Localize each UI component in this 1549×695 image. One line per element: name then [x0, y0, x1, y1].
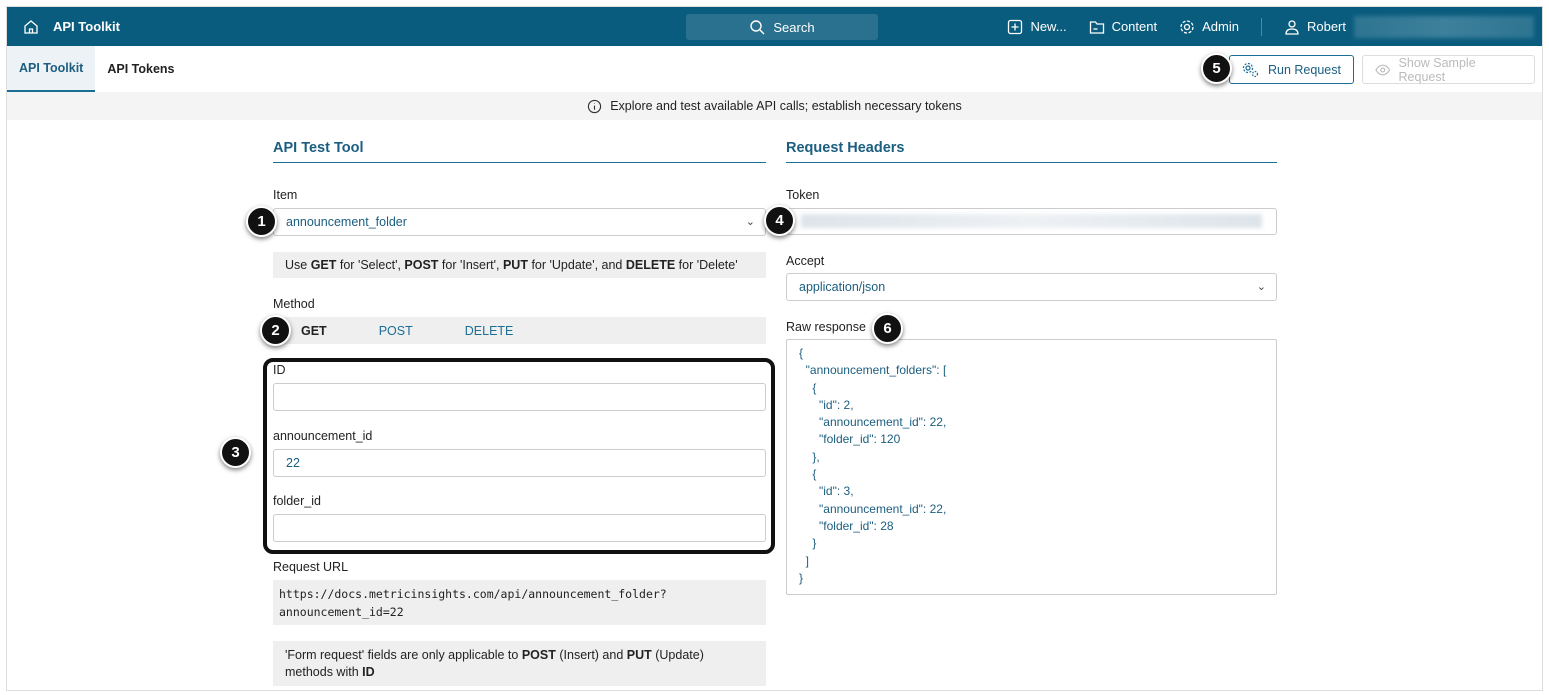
form-request-note: 'Form request' fields are only applicabl…: [273, 641, 766, 686]
step-marker-1: 1: [246, 206, 277, 237]
raw-response-label: Raw response: [786, 320, 866, 334]
content-menu[interactable]: Content: [1089, 19, 1158, 35]
method-hint: Use GET for 'Select', POST for 'Insert',…: [273, 252, 766, 278]
bold-keyword: PUT: [626, 648, 652, 662]
text-segment: Use: [285, 258, 311, 272]
plus-square-icon: [1008, 19, 1023, 34]
method-delete[interactable]: DELETE: [465, 324, 514, 338]
folder-icon: [1089, 20, 1104, 34]
bold-keyword: POST: [404, 258, 439, 272]
step-marker-3: 3: [220, 437, 251, 468]
method-tabs: GET POST DELETE: [273, 317, 766, 344]
chevron-down-icon: ⌄: [1256, 281, 1266, 293]
accept-value: application/json: [799, 280, 886, 294]
method-post[interactable]: POST: [379, 324, 413, 338]
run-request-button[interactable]: Run Request: [1229, 55, 1354, 84]
divider: [1260, 17, 1262, 36]
bold-keyword: PUT: [502, 258, 528, 272]
home-link[interactable]: API Toolkit: [23, 19, 120, 35]
item-label: Item: [273, 188, 298, 202]
user-name: Robert: [1306, 19, 1346, 34]
info-banner: Explore and test available API calls; es…: [7, 92, 1542, 120]
tab-bar: API Toolkit API Tokens: [7, 46, 187, 92]
bold-keyword: ID: [362, 665, 375, 679]
request-url: https://docs.metricinsights.com/api/anno…: [273, 580, 766, 625]
step-marker-2: 2: [260, 315, 291, 346]
gear-icon: [1180, 19, 1194, 34]
new-label: New...: [1030, 19, 1067, 34]
search-label: Search: [773, 19, 815, 35]
run-request-label: Run Request: [1268, 62, 1341, 77]
method-label: Method: [273, 297, 315, 311]
url-line: https://docs.metricinsights.com/api/anno…: [279, 587, 667, 601]
item-value: announcement_folder: [286, 215, 407, 229]
info-icon: [588, 99, 602, 113]
step-marker-6: 6: [872, 313, 903, 344]
step-marker-5: 5: [1201, 53, 1232, 84]
highlight-box: [263, 358, 775, 554]
tab-api-tokens[interactable]: API Tokens: [95, 46, 186, 92]
request-headers-heading: Request Headers: [786, 140, 1277, 163]
home-icon: [24, 19, 38, 34]
show-sample-label: Show Sample Request: [1398, 55, 1476, 84]
eye-icon: [1375, 64, 1391, 75]
method-get[interactable]: GET: [301, 324, 327, 338]
accept-label: Accept: [786, 254, 825, 268]
accept-select[interactable]: application/json ⌄: [786, 273, 1277, 301]
bold-keyword: POST: [521, 648, 556, 662]
redacted-user-surname: [1354, 15, 1534, 38]
top-nav-bar: API Toolkit Search New... Content Admin …: [7, 7, 1542, 46]
text-segment: for 'Delete': [675, 258, 738, 272]
app-title: API Toolkit: [53, 19, 120, 34]
item-select[interactable]: announcement_folder ⌄: [273, 208, 766, 236]
content-label: Content: [1111, 19, 1158, 34]
api-test-tool-heading: API Test Tool: [273, 140, 766, 163]
bold-keyword: GET: [310, 258, 337, 272]
admin-label: Admin: [1202, 19, 1239, 34]
show-sample-request-button[interactable]: Show Sample Request: [1362, 55, 1535, 84]
text-segment: 'Form request' fields are only applicabl…: [285, 648, 522, 662]
text-segment: for 'Insert',: [438, 258, 503, 272]
url-line: announcement_id=22: [279, 605, 404, 619]
info-text: Explore and test available API calls; es…: [610, 99, 962, 113]
raw-response: { "announcement_folders": [ { "id": 2, "…: [786, 339, 1277, 595]
chevron-down-icon: ⌄: [745, 216, 755, 228]
text-segment: for 'Select',: [336, 258, 405, 272]
user-icon: [1285, 19, 1299, 35]
token-label: Token: [786, 188, 820, 202]
request-url-label: Request URL: [273, 560, 349, 574]
gears-icon: [1242, 62, 1259, 77]
new-menu[interactable]: New...: [1007, 19, 1067, 35]
text-segment: for 'Update', and: [527, 258, 626, 272]
search-button[interactable]: Search: [686, 14, 878, 40]
step-marker-4: 4: [764, 205, 795, 236]
token-input[interactable]: [786, 208, 1277, 235]
search-icon: [750, 20, 765, 35]
tab-api-toolkit[interactable]: API Toolkit: [7, 46, 96, 92]
redacted-token: [801, 214, 1262, 228]
bold-keyword: DELETE: [625, 258, 676, 272]
admin-menu[interactable]: Admin: [1179, 19, 1239, 35]
user-menu[interactable]: Robert: [1284, 19, 1346, 35]
text-segment: (Insert) and: [555, 648, 627, 662]
